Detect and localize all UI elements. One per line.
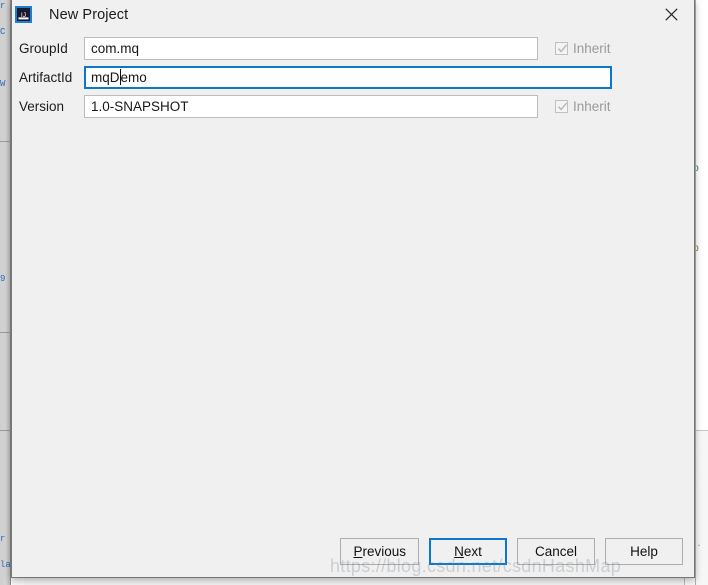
background-right-divider — [695, 0, 696, 585]
artifactid-value-after-caret: emo — [120, 69, 147, 85]
groupid-inherit-label: Inherit — [573, 40, 611, 56]
version-input[interactable]: 1.0-SNAPSHOT — [84, 94, 538, 118]
groupid-label: GroupId — [19, 40, 68, 56]
artifactid-label: ArtifactId — [19, 69, 73, 85]
groupid-inherit-checkbox-group[interactable]: Inherit — [555, 41, 611, 56]
groupid-input[interactable]: com.mq — [84, 36, 538, 60]
cancel-button[interactable]: Cancel — [517, 538, 595, 565]
version-inherit-label: Inherit — [573, 98, 611, 114]
artifactid-input[interactable]: mqD emo — [84, 65, 612, 89]
help-button[interactable]: Help — [605, 538, 683, 565]
artifactid-value-before-caret: mqD — [91, 69, 120, 85]
dialog-title: New Project — [49, 7, 129, 23]
form-row-artifactid: ArtifactId mqD emo — [12, 65, 694, 89]
version-inherit-checkbox[interactable] — [555, 99, 568, 113]
version-label: Version — [19, 98, 65, 114]
form-row-version: Version 1.0-SNAPSHOT Inherit — [12, 94, 694, 118]
next-button-label: ext — [463, 544, 482, 559]
previous-button[interactable]: Previous — [340, 538, 419, 565]
next-button[interactable]: Next — [429, 538, 507, 565]
cancel-button-label: Cancel — [534, 544, 578, 559]
form-row-groupid: GroupId com.mq Inherit — [12, 36, 694, 60]
screenshot-root: r C W 9 r lai ar ncj on ro ui te te eb f… — [0, 0, 708, 585]
groupid-inherit-checkbox[interactable] — [555, 41, 568, 55]
intellij-idea-icon: IJ — [15, 6, 32, 23]
new-project-dialog: IJ New Project GroupId com.mq Inherit Ar… — [11, 0, 695, 578]
version-inherit-checkbox-group[interactable]: Inherit — [555, 99, 611, 114]
next-button-mnemonic: N — [454, 544, 464, 559]
dialog-title-bar: IJ New Project — [12, 0, 694, 30]
previous-button-mnemonic: P — [353, 544, 363, 559]
help-button-label: Help — [630, 544, 658, 559]
dialog-button-bar: Previous Next Cancel Help — [340, 538, 683, 565]
previous-button-label: revious — [362, 544, 406, 559]
close-icon[interactable] — [648, 0, 694, 29]
